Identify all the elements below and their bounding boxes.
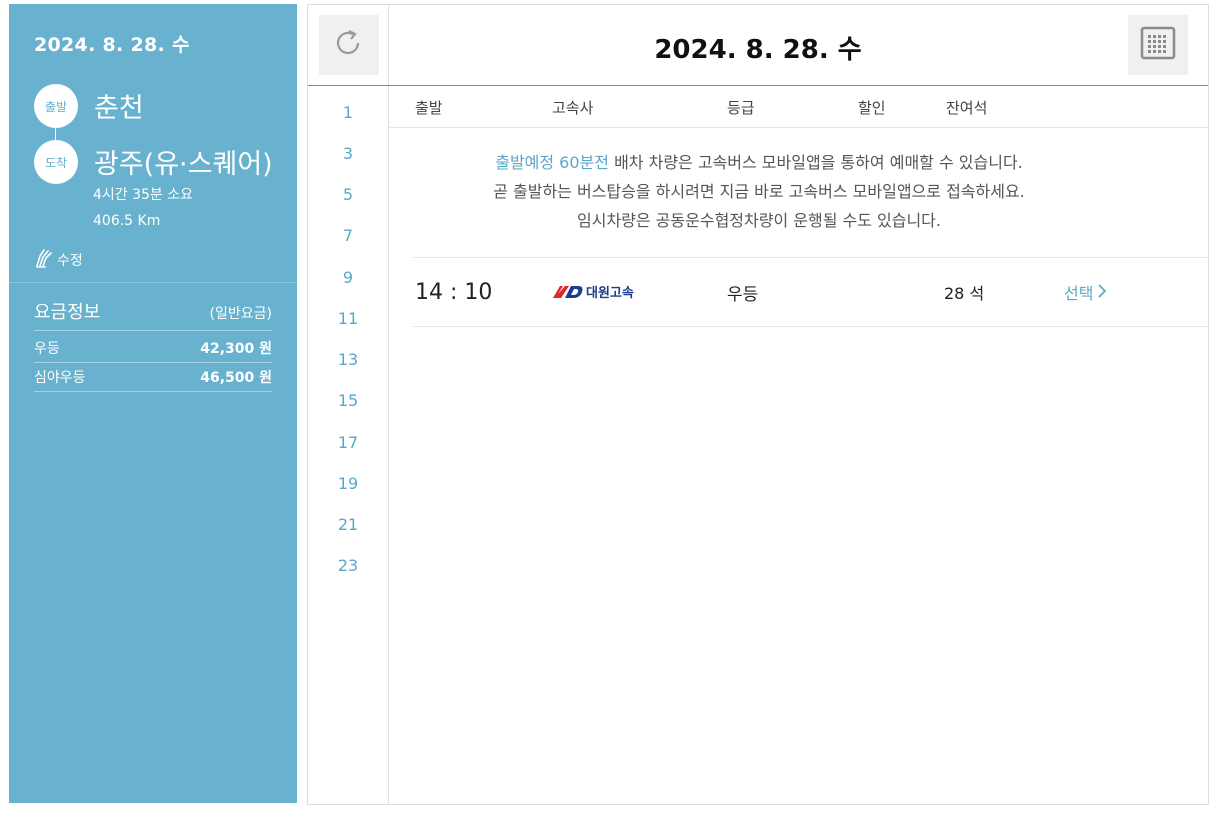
- calendar-icon: [1140, 26, 1176, 64]
- timetable-panel: 2024. 8. 28. 수 1 3 5 7 9 11 13 15 17 19: [307, 4, 1209, 805]
- sidebar-date: 2024. 8. 28. 수: [34, 34, 190, 56]
- notice-highlight: 출발예정 60분전: [495, 153, 609, 172]
- departure-time: 14 : 10: [415, 279, 493, 305]
- column-header-grade: 등급: [727, 99, 755, 117]
- notice-line: 곧 출발하는 버스탑승을 하시려면 지금 바로 고속버스 모바일앱으로 접속하세…: [493, 182, 1025, 201]
- hour-link[interactable]: 23: [308, 556, 388, 575]
- calendar-button[interactable]: [1128, 15, 1188, 75]
- select-label: 선택: [1064, 284, 1094, 303]
- fare-row: 우등 42,300 원: [34, 338, 272, 358]
- daewon-logo-icon: 대원고속: [553, 286, 634, 301]
- fare-grade: 우등: [34, 341, 60, 357]
- hour-link[interactable]: 21: [308, 515, 388, 534]
- refresh-icon: [333, 27, 365, 63]
- hour-link[interactable]: 11: [308, 309, 388, 328]
- svg-text:대원고속: 대원고속: [586, 286, 634, 301]
- header-divider: [308, 85, 1208, 86]
- edit-route-button[interactable]: 수정: [34, 247, 83, 273]
- chevron-right-icon: [1093, 283, 1107, 302]
- edit-label: 수정: [57, 253, 83, 269]
- column-header-seats: 잔여석: [946, 99, 988, 117]
- column-header-company: 고속사: [552, 99, 594, 117]
- column-header-departure: 출발: [415, 99, 443, 117]
- company-logo: 대원고속: [551, 258, 646, 326]
- hour-link[interactable]: 3: [308, 144, 388, 163]
- hour-link[interactable]: 7: [308, 226, 388, 245]
- table-row: 14 : 10 대원고속 우등 28 석 선택: [413, 258, 1208, 326]
- fare-price: 42,300 원: [200, 341, 272, 357]
- table-header-divider: [389, 127, 1208, 128]
- departure-city: 춘천: [94, 93, 144, 124]
- notice-line: 출발예정 60분전 배차 차량은 고속버스 모바일앱을 통하여 예매할 수 있습…: [389, 148, 1129, 177]
- notice-text: 배차 차량은 고속버스 모바일앱을 통하여 예매할 수 있습니다.: [608, 153, 1023, 172]
- bus-grade: 우등: [727, 284, 759, 305]
- arrival-badge: 도착: [34, 140, 78, 184]
- fare-info-title: 요금정보: [34, 302, 101, 323]
- table-header: 출발 고속사 등급 할인 잔여석: [389, 97, 1208, 127]
- departure-badge: 출발: [34, 84, 78, 128]
- route-sidebar: 2024. 8. 28. 수 출발 춘천 도착 광주(유·스퀘어) 4시간 35…: [9, 4, 297, 803]
- arrival-city: 광주(유·스퀘어): [94, 149, 273, 180]
- select-button[interactable]: 선택: [1064, 258, 1107, 326]
- hour-link[interactable]: 15: [308, 391, 388, 410]
- hour-link[interactable]: 17: [308, 433, 388, 452]
- fare-divider: [34, 362, 272, 363]
- hour-link[interactable]: 1: [308, 103, 388, 122]
- hour-link[interactable]: 9: [308, 268, 388, 287]
- fare-row: 심야우등 46,500 원: [34, 367, 272, 387]
- fare-grade: 심야우등: [34, 370, 86, 386]
- hour-link[interactable]: 13: [308, 350, 388, 369]
- booking-notice: 출발예정 60분전 배차 차량은 고속버스 모바일앱을 통하여 예매할 수 있습…: [389, 148, 1129, 235]
- fare-type-label: (일반요금): [209, 306, 272, 322]
- hour-link[interactable]: 19: [308, 474, 388, 493]
- page-title-date: 2024. 8. 28. 수: [654, 35, 862, 65]
- remaining-seats: 28 석: [944, 284, 985, 303]
- trip-distance: 406.5 Km: [93, 213, 161, 229]
- trip-duration: 4시간 35분 소요: [93, 187, 194, 203]
- fare-divider: [34, 330, 272, 331]
- edit-icon: [34, 247, 57, 273]
- column-header-discount: 할인: [858, 99, 886, 117]
- row-divider: [413, 326, 1208, 327]
- fare-divider: [34, 391, 272, 392]
- hour-link[interactable]: 5: [308, 185, 388, 204]
- refresh-button[interactable]: [319, 15, 379, 75]
- sidebar-divider: [9, 282, 297, 283]
- notice-line: 임시차량은 공동운수협정차량이 운행될 수도 있습니다.: [577, 211, 941, 230]
- fare-price: 46,500 원: [200, 370, 272, 386]
